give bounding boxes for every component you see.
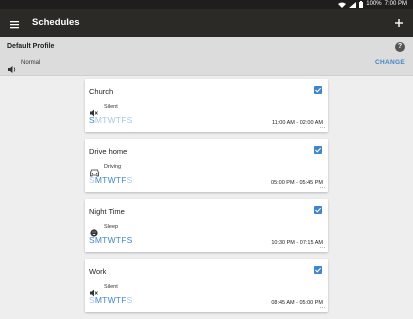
page-title: Schedules bbox=[32, 17, 80, 28]
enabled-checkbox[interactable] bbox=[314, 266, 322, 274]
schedule-card[interactable]: Work Silent SMTWTFS 08:45 AM - 05:00 PM bbox=[85, 259, 328, 312]
schedule-time: 10:30 PM - 07:15 AM bbox=[271, 240, 323, 246]
schedule-title: Church bbox=[89, 87, 114, 96]
menu-icon[interactable] bbox=[9, 17, 20, 29]
schedule-mode: Silent bbox=[104, 284, 118, 290]
schedule-time: 11:00 AM - 02:00 AM bbox=[272, 120, 323, 126]
change-profile-button[interactable]: CHANGE bbox=[375, 59, 405, 66]
day-letter: S bbox=[126, 175, 133, 185]
profile-mode: Normal bbox=[21, 60, 41, 66]
day-letter: S bbox=[126, 295, 133, 305]
help-icon[interactable]: ? bbox=[395, 42, 405, 52]
day-letter: W bbox=[107, 115, 116, 125]
signal-icon bbox=[349, 1, 357, 8]
day-letter: S bbox=[126, 115, 133, 125]
schedule-title: Work bbox=[89, 267, 107, 276]
schedule-list: Church Silent SMTWTFS 11:00 AM - 02:00 A… bbox=[85, 79, 328, 319]
status-bar: 100% 7:00 PM bbox=[0, 0, 413, 9]
schedule-title: Night Time bbox=[89, 207, 125, 216]
schedule-card[interactable]: Drive home Driving SMTWTFS 05:00 PM - 05… bbox=[85, 139, 328, 192]
schedule-time: 05:00 PM - 05:45 PM bbox=[271, 180, 323, 186]
schedule-mode: Silent bbox=[104, 104, 118, 110]
profile-name: Default Profile bbox=[7, 43, 55, 50]
schedule-days: SMTWTFS bbox=[89, 295, 132, 305]
schedule-days: SMTWTFS bbox=[89, 235, 132, 245]
schedule-title: Drive home bbox=[89, 147, 128, 156]
plus-icon bbox=[395, 19, 403, 27]
speaker-muted-icon bbox=[90, 104, 98, 117]
schedule-card[interactable]: Church Silent SMTWTFS 11:00 AM - 02:00 A… bbox=[85, 79, 328, 132]
schedule-days: SMTWTFS bbox=[89, 175, 132, 185]
drag-handle[interactable] bbox=[320, 307, 325, 309]
schedule-mode: Sleep bbox=[104, 224, 119, 230]
drag-handle[interactable] bbox=[320, 187, 325, 189]
schedule-time: 08:45 AM - 05:00 PM bbox=[271, 300, 323, 306]
battery-percent: 100% bbox=[366, 1, 382, 7]
enabled-checkbox[interactable] bbox=[314, 146, 322, 154]
default-profile-panel: Default Profile ? Normal CHANGE bbox=[0, 37, 413, 76]
drag-handle[interactable] bbox=[320, 127, 325, 129]
schedule-days: SMTWTFS bbox=[89, 115, 132, 125]
car-icon bbox=[90, 164, 99, 177]
schedule-mode: Driving bbox=[104, 164, 122, 170]
wifi-icon bbox=[338, 2, 347, 8]
status-time: 7:00 PM bbox=[384, 1, 407, 7]
speaker-icon bbox=[8, 60, 17, 78]
day-letter: W bbox=[107, 295, 116, 305]
speaker-muted-icon bbox=[90, 284, 98, 297]
app-bar: Schedules bbox=[0, 9, 413, 37]
day-letter: W bbox=[107, 235, 116, 245]
drag-handle[interactable] bbox=[320, 247, 325, 249]
day-letter: S bbox=[126, 235, 133, 245]
schedule-card[interactable]: Night Time Sleep SMTWTFS 10:30 PM - 07:1… bbox=[85, 199, 328, 252]
enabled-checkbox[interactable] bbox=[314, 206, 322, 214]
enabled-checkbox[interactable] bbox=[314, 86, 322, 94]
add-schedule-button[interactable] bbox=[393, 16, 405, 28]
day-letter: W bbox=[107, 175, 116, 185]
battery-icon bbox=[359, 1, 364, 8]
sleep-icon bbox=[90, 224, 98, 237]
